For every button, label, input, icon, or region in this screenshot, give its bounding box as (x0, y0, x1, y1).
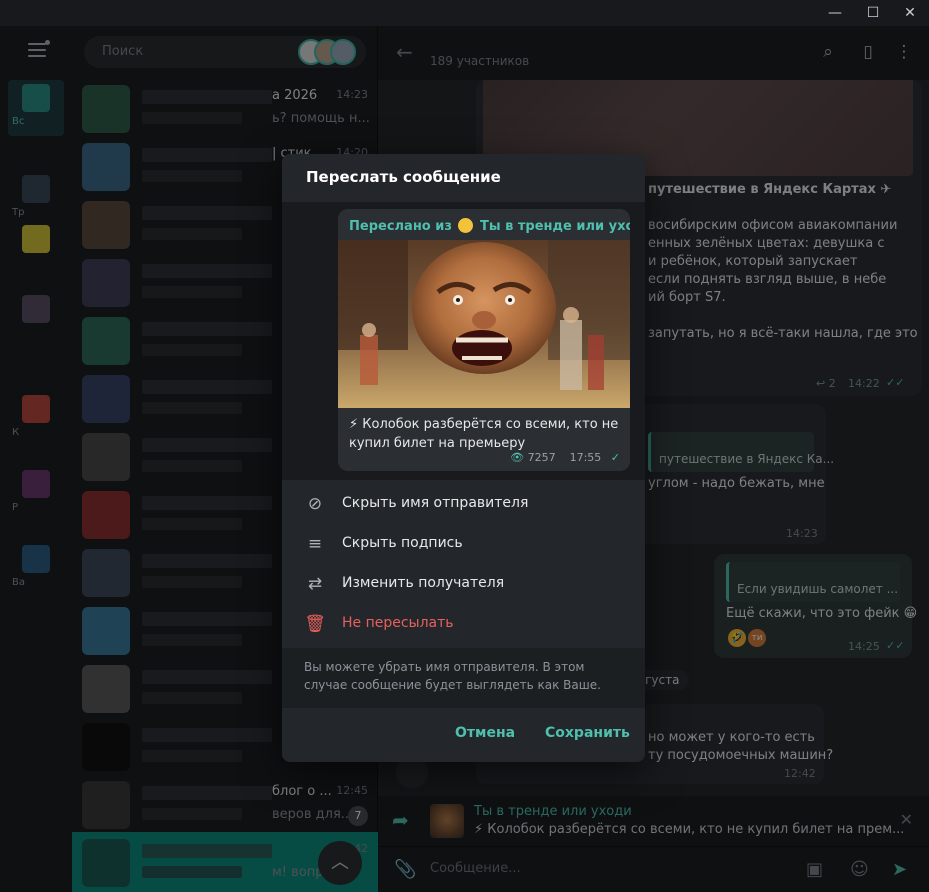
kolobok-image (338, 240, 630, 408)
forward-option-label: Изменить получателя (342, 575, 505, 591)
forwarded-from-label: Переслано из (349, 219, 452, 234)
window-titlebar: — ☐ ✕ (0, 0, 929, 26)
person-off-icon: ⊘ (307, 494, 323, 514)
dialog-title: Переслать сообщение (306, 168, 501, 186)
sent-check-icon: ✓ (610, 451, 620, 464)
message-preview: Переслано из Ты в тренде или уходи (282, 202, 645, 480)
forward-option-label: Скрыть имя отправителя (342, 495, 529, 511)
dialog-hint: Вы можете убрать имя отправителя. В этом… (282, 648, 645, 708)
trash-icon: 🗑 (304, 614, 326, 634)
maximize-button[interactable]: ☐ (858, 2, 888, 24)
forward-option-label: Не пересылать (342, 615, 454, 631)
minimize-button[interactable]: — (820, 2, 850, 24)
views-eye-icon: 👁 (510, 451, 525, 464)
forwarded-channel-name: Ты в тренде или уходи (479, 219, 630, 234)
forward-option-item[interactable]: ⊘ Скрыть имя отправителя (282, 484, 645, 524)
preview-time: 17:55 (569, 451, 602, 464)
swap-icon: ⇄ (307, 574, 323, 594)
preview-meta: 👁 7257 17:55 ✓ (510, 451, 620, 464)
forward-options-dialog: Переслать сообщение Переслано из Ты в тр… (282, 154, 645, 762)
forward-option-item[interactable]: ≡ Скрыть подпись (282, 524, 645, 564)
channel-avatar-icon (458, 218, 474, 233)
views-count: 7257 (527, 451, 556, 464)
save-button[interactable]: Сохранить (545, 725, 630, 741)
preview-caption: ⚡ Колобок разберётся со всеми, кто не ку… (349, 417, 619, 451)
preview-bubble: Переслано из Ты в тренде или уходи (338, 209, 630, 471)
close-window-button[interactable]: ✕ (895, 2, 925, 24)
text-off-icon: ≡ (307, 534, 323, 554)
forward-option-label: Скрыть подпись (342, 535, 463, 551)
cancel-button[interactable]: Отмена (455, 725, 515, 741)
forward-option-item[interactable]: 🗑 Не пересылать (282, 604, 645, 644)
forwarded-from: Переслано из Ты в тренде или уходи (349, 218, 630, 234)
forward-option-item[interactable]: ⇄ Изменить получателя (282, 564, 645, 604)
